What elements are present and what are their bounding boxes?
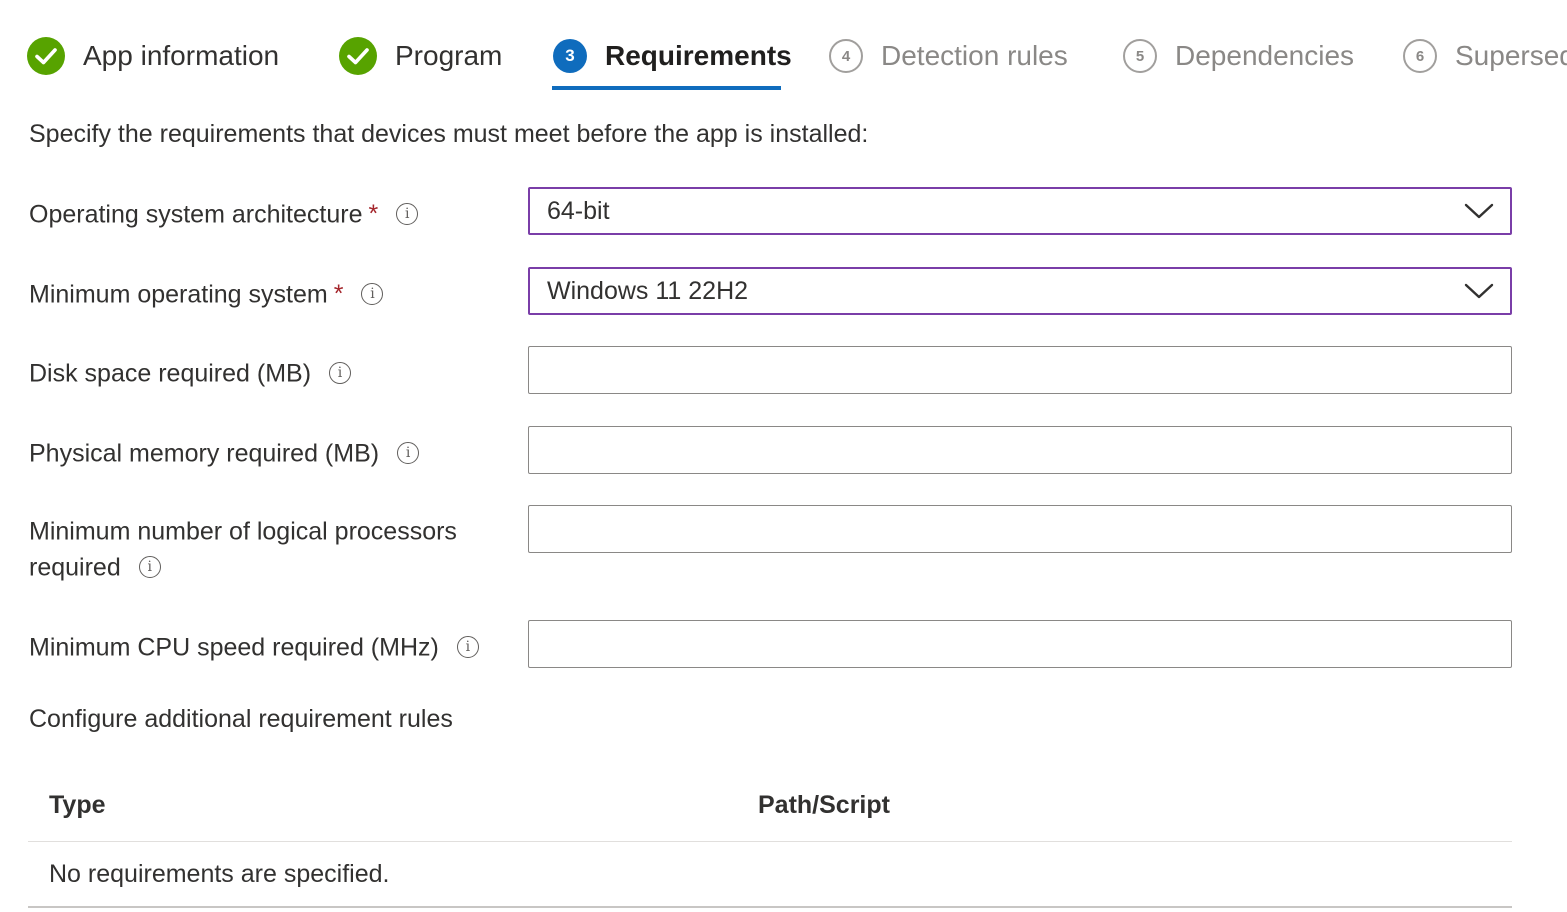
disk-space-field[interactable]: [528, 346, 1512, 394]
step-number-badge: 3: [553, 39, 587, 73]
physical-memory-label: Physical memory required (MB) i: [29, 434, 420, 471]
step-label: Dependencies: [1175, 40, 1355, 71]
step-label: Detection rules: [881, 40, 1068, 71]
step-app-information[interactable]: App information: [27, 36, 279, 76]
step-number-badge: 5: [1123, 39, 1157, 73]
physical-memory-field[interactable]: [528, 426, 1512, 474]
requirement-rules-table: Type Path/Script No requirements are spe…: [28, 775, 1512, 908]
wizard-steps: App information Program 3 Requirements 4…: [0, 0, 1567, 96]
table-header: Type Path/Script: [28, 775, 1512, 842]
additional-rules-title: Configure additional requirement rules: [29, 705, 453, 733]
os-architecture-dropdown[interactable]: 64-bit: [528, 187, 1512, 235]
cpu-speed-label: Minimum CPU speed required (MHz) i: [29, 628, 479, 665]
logical-processors-label-line2: required i: [29, 548, 161, 585]
active-step-indicator: [552, 86, 781, 90]
checkmark-icon: [27, 37, 65, 75]
requirements-page: App information Program 3 Requirements 4…: [0, 0, 1567, 912]
step-label: App information: [83, 40, 280, 71]
logical-processors-label: Minimum number of logical processors: [29, 517, 457, 546]
info-icon[interactable]: i: [361, 283, 384, 306]
step-requirements[interactable]: 3 Requirements: [553, 36, 792, 76]
info-icon[interactable]: i: [396, 203, 419, 226]
column-header-path-script[interactable]: Path/Script: [758, 791, 890, 820]
column-header-type[interactable]: Type: [49, 791, 106, 820]
empty-table-message: No requirements are specified.: [49, 860, 390, 888]
step-label: Supersedence: [1455, 40, 1567, 71]
info-icon[interactable]: i: [397, 442, 420, 465]
step-label: Program: [395, 40, 503, 71]
step-program[interactable]: Program: [339, 36, 502, 76]
checkmark-icon: [339, 37, 377, 75]
disk-space-label: Disk space required (MB) i: [29, 354, 352, 391]
os-architecture-label: Operating system architecture * i: [29, 195, 419, 232]
selected-value: 64-bit: [547, 196, 610, 225]
step-label: Requirements: [605, 40, 792, 71]
required-marker: *: [368, 200, 379, 229]
step-detection-rules[interactable]: 4 Detection rules: [829, 36, 1068, 76]
step-dependencies[interactable]: 5 Dependencies: [1123, 36, 1354, 76]
intro-text: Specify the requirements that devices mu…: [29, 120, 869, 148]
physical-memory-input[interactable]: [529, 427, 1511, 473]
chevron-down-icon: [1464, 283, 1494, 299]
step-number-badge: 6: [1403, 39, 1437, 73]
chevron-down-icon: [1464, 203, 1494, 219]
cpu-speed-input[interactable]: [529, 621, 1511, 667]
logical-processors-input[interactable]: [529, 506, 1511, 552]
min-os-dropdown[interactable]: Windows 11 22H2: [528, 267, 1512, 315]
selected-value: Windows 11 22H2: [547, 276, 749, 305]
required-marker: *: [333, 280, 344, 309]
disk-space-input[interactable]: [529, 347, 1511, 393]
step-number-badge: 4: [829, 39, 863, 73]
info-icon[interactable]: i: [456, 636, 479, 659]
min-os-label: Minimum operating system * i: [29, 275, 384, 312]
info-icon[interactable]: i: [329, 362, 352, 385]
logical-processors-field[interactable]: [528, 505, 1512, 553]
cpu-speed-field[interactable]: [528, 620, 1512, 668]
step-supersedence[interactable]: 6 Supersedence: [1403, 36, 1567, 76]
table-row: No requirements are specified.: [28, 842, 1512, 908]
info-icon[interactable]: i: [138, 556, 161, 579]
